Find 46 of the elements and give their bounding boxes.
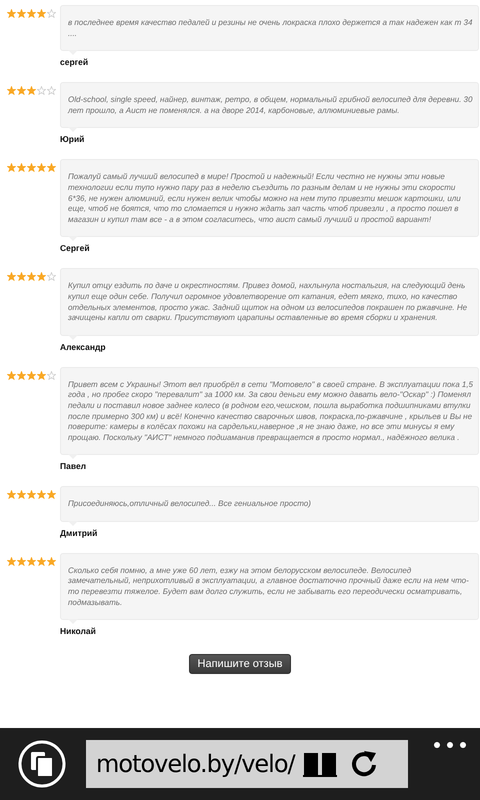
star-icon [17,163,26,172]
star-icon [27,556,36,566]
author-name: Юрий [60,134,86,144]
star-icon [37,556,46,566]
address-field[interactable]: motovelo.by/velo/ [86,740,408,788]
star-icon [7,490,16,500]
star-icon [7,370,16,380]
star-icon [17,9,26,18]
star-icon [27,272,36,282]
author-name: Николай [60,626,97,636]
write-review-button[interactable]: Напишите отзыв [188,654,292,674]
star-icon [27,370,36,380]
star-icon [17,556,26,566]
star-icon [17,272,26,282]
book-icon[interactable] [302,751,337,777]
star-icon [7,86,16,96]
star-icon [47,556,56,566]
star-icon [27,86,36,96]
star-icon [7,272,16,282]
author-name: Сергей [60,243,91,254]
star-icon [27,163,36,172]
star-icon [37,272,46,282]
star-icon [37,9,46,18]
empty-star-icon [37,86,46,96]
star-icon [37,163,46,172]
star-icon [7,9,16,18]
empty-star-icon [47,272,56,282]
author-name: Дмитрий [60,528,98,538]
star-icon [7,163,16,172]
author-name: Павел [60,461,88,472]
star-icon [27,490,36,500]
author-name: Александр [60,342,107,352]
author-name: сергей [60,57,90,68]
star-icon [37,490,46,500]
empty-star-icon [47,86,56,96]
star-icon [47,490,56,500]
more-icon[interactable] [433,741,467,749]
star-icon [17,490,26,500]
star-icon [37,370,46,380]
empty-star-icon [47,370,56,380]
star-icon [47,163,56,172]
star-icon [7,556,16,566]
tabs-icon[interactable] [17,739,67,789]
star-icon [27,9,36,18]
star-icon [17,86,26,96]
star-icon [17,370,26,380]
